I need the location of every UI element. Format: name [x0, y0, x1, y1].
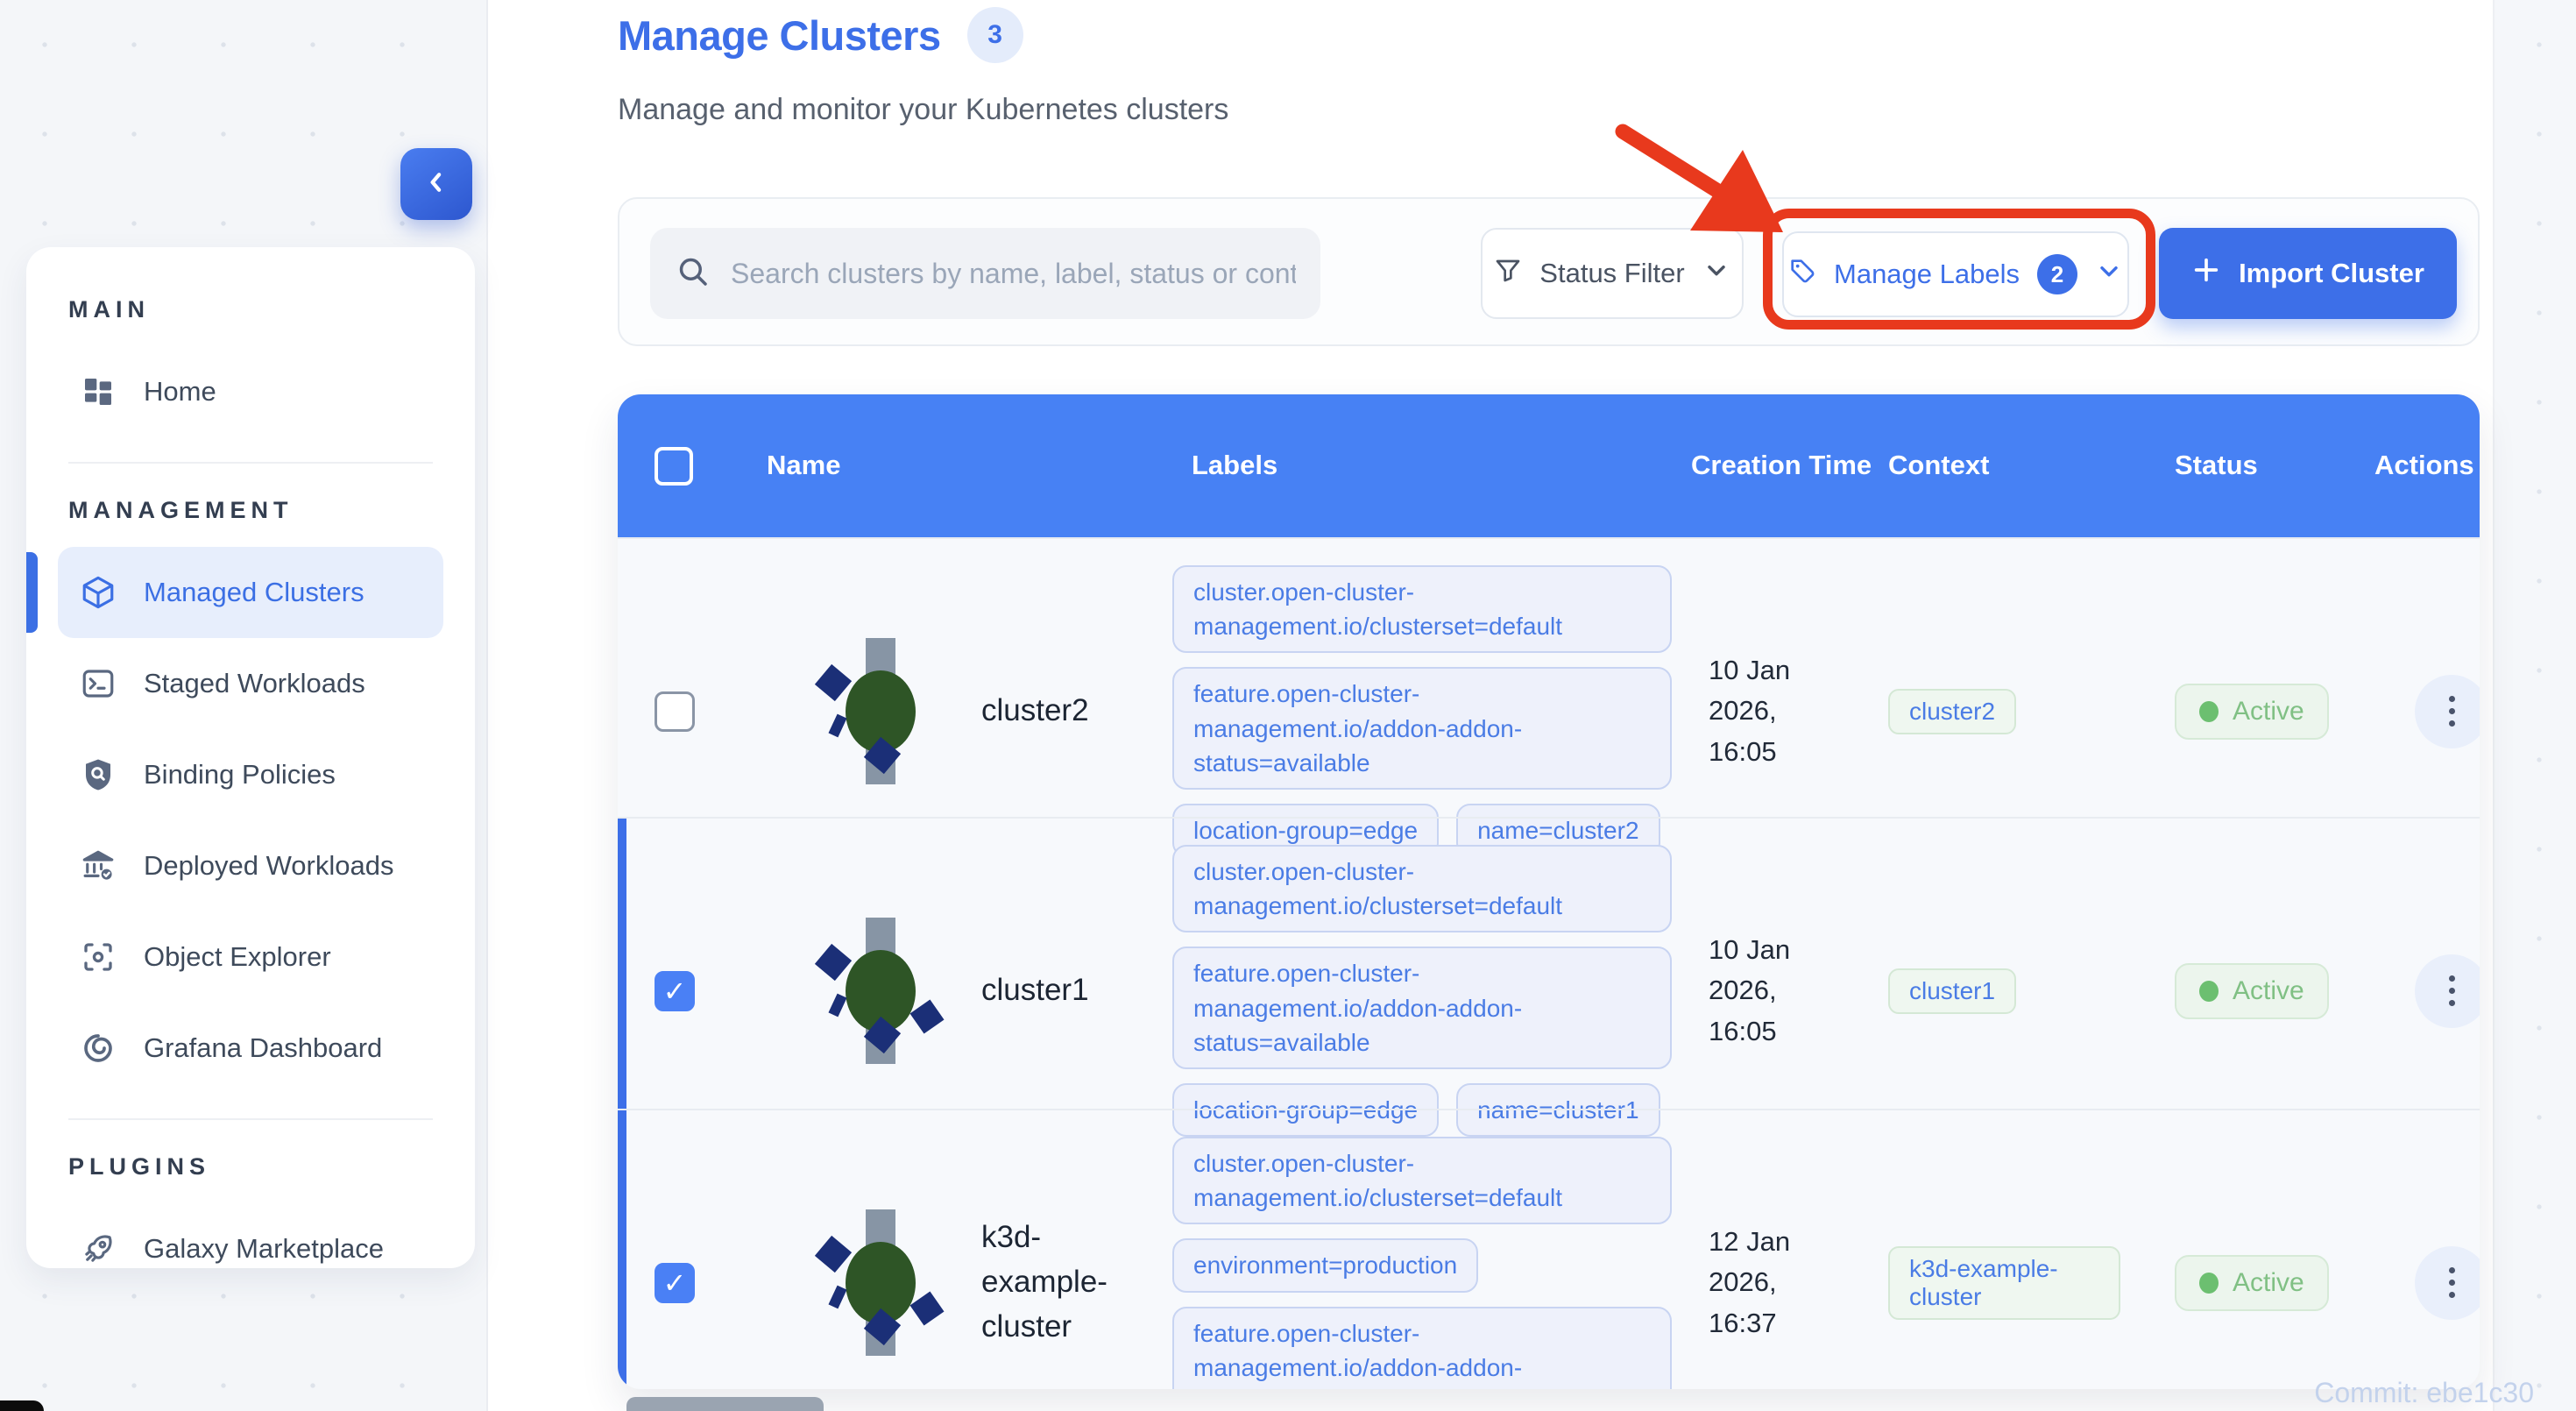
- bottom-left-cutoff-element: [0, 1400, 44, 1411]
- shield-search-icon: [79, 755, 117, 794]
- filter-funnel-icon: [1494, 256, 1522, 291]
- sidebar-collapse-button[interactable]: [400, 148, 472, 220]
- sidebar-item-binding-policies[interactable]: Binding Policies: [58, 729, 443, 820]
- cluster-name: cluster1: [981, 973, 1089, 1008]
- labels-cell: cluster.open-cluster-management.io/clust…: [1165, 1110, 1682, 1389]
- focus-brackets-icon: [79, 938, 117, 976]
- creation-time: 10 Jan 2026, 16:05: [1709, 654, 1791, 767]
- sidebar-item-label: Binding Policies: [144, 759, 336, 790]
- right-gutter: [2493, 0, 2576, 1411]
- status-dot-icon: [2199, 980, 2219, 1002]
- manage-labels-count-badge: 2: [2037, 254, 2077, 294]
- sidebar-item-home[interactable]: Home: [58, 346, 443, 437]
- select-all-checkbox[interactable]: [655, 446, 693, 486]
- cluster-count-badge: 3: [966, 7, 1023, 63]
- sidebar-divider: [68, 462, 433, 464]
- import-cluster-button[interactable]: Import Cluster: [2159, 228, 2457, 319]
- import-cluster-label: Import Cluster: [2239, 258, 2424, 288]
- row-checkbox[interactable]: ✓: [655, 970, 695, 1011]
- column-header-status: Status: [2175, 450, 2258, 481]
- status-badge: Active: [2175, 1254, 2329, 1311]
- label-chip[interactable]: environment=production: [1172, 1238, 1479, 1293]
- sidebar-item-label: Galaxy Marketplace: [144, 1233, 384, 1264]
- column-header-name: Name: [767, 450, 841, 481]
- home-grid-icon: [79, 372, 117, 411]
- sidebar-item-label: Home: [144, 376, 216, 407]
- table-row: ✓ cluster2 cluster.open-cluster-manageme…: [618, 537, 2480, 858]
- sidebar-item-label: Staged Workloads: [144, 668, 365, 698]
- row-actions-menu-button[interactable]: [2415, 674, 2480, 748]
- search-box[interactable]: [650, 228, 1320, 319]
- cluster-logo-icon: [814, 1206, 946, 1359]
- label-chip[interactable]: feature.open-cluster-management.io/addon…: [1172, 667, 1672, 790]
- grafana-swirl-icon: [79, 1029, 117, 1067]
- column-header-context: Context: [1888, 450, 1990, 481]
- sidebar-item-label: Deployed Workloads: [144, 850, 394, 881]
- page-subtitle: Manage and monitor your Kubernetes clust…: [618, 93, 1229, 126]
- table-header-row: Name Labels Creation Time Context Status…: [618, 394, 2480, 537]
- sidebar-section-plugins: PLUGINS: [68, 1153, 211, 1180]
- row-checkbox[interactable]: ✓: [655, 1262, 695, 1303]
- context-chip[interactable]: cluster2: [1888, 688, 2017, 734]
- clusters-table: Name Labels Creation Time Context Status…: [618, 394, 2480, 1389]
- manage-labels-label: Manage Labels: [1834, 259, 2020, 289]
- search-input[interactable]: [731, 257, 1296, 290]
- sidebar-item-managed-clusters[interactable]: Managed Clusters: [26, 547, 443, 638]
- table-row: ✓ k3d-example-cluster cluster.open-clust…: [618, 1109, 2480, 1389]
- context-chip[interactable]: k3d-example-cluster: [1888, 1245, 2120, 1320]
- status-filter-label: Status Filter: [1539, 258, 1685, 288]
- cluster-logo-icon: [814, 914, 946, 1067]
- row-checkbox[interactable]: ✓: [655, 691, 695, 732]
- partially-visible-button[interactable]: [626, 1397, 824, 1411]
- bank-check-icon: [79, 847, 117, 885]
- chevron-down-icon: [1702, 256, 1730, 291]
- creation-time: 12 Jan 2026, 16:37: [1709, 1225, 1791, 1338]
- sidebar: MAIN Home MANAGEMENT Managed Clusters St…: [26, 247, 475, 1268]
- label-chip[interactable]: feature.open-cluster-management.io/addon…: [1172, 947, 1672, 1069]
- terminal-icon: [79, 664, 117, 703]
- column-header-actions: Actions: [2374, 450, 2474, 481]
- table-row: ✓ cluster1 cluster.open-cluster-manageme…: [618, 817, 2480, 1138]
- status-filter-button[interactable]: Status Filter: [1481, 228, 1744, 319]
- column-header-labels: Labels: [1192, 450, 1278, 481]
- chevron-down-icon: [2095, 257, 2123, 292]
- sidebar-item-label: Grafana Dashboard: [144, 1032, 383, 1063]
- column-header-creation-time: Creation Time: [1691, 450, 1872, 481]
- cluster-name: cluster2: [981, 693, 1089, 728]
- status-dot-icon: [2199, 700, 2219, 722]
- status-badge: Active: [2175, 962, 2329, 1019]
- sidebar-section-management: MANAGEMENT: [68, 497, 294, 523]
- label-chip[interactable]: feature.open-cluster-management.io/addon…: [1172, 1306, 1672, 1389]
- sidebar-item-galaxy-marketplace[interactable]: Galaxy Marketplace: [58, 1203, 443, 1268]
- sidebar-divider: [68, 1118, 433, 1120]
- row-actions-menu-button[interactable]: [2415, 1245, 2480, 1320]
- label-chip[interactable]: cluster.open-cluster-management.io/clust…: [1172, 845, 1672, 933]
- creation-time: 10 Jan 2026, 16:05: [1709, 933, 1791, 1046]
- sidebar-item-grafana-dashboard[interactable]: Grafana Dashboard: [58, 1003, 443, 1094]
- row-actions-menu-button[interactable]: [2415, 954, 2480, 1028]
- toolbar: Status Filter Manage Labels 2 Import Clu…: [618, 197, 2480, 346]
- commit-hash-label: Commit: ebe1c30: [2314, 1377, 2534, 1408]
- page-title: Manage Clusters: [618, 11, 941, 59]
- manage-labels-button[interactable]: Manage Labels 2: [1782, 231, 2129, 317]
- status-badge: Active: [2175, 683, 2329, 740]
- cluster-logo-icon: [814, 635, 946, 788]
- sidebar-item-object-explorer[interactable]: Object Explorer: [58, 911, 443, 1003]
- cube-icon: [79, 573, 117, 612]
- tag-icon: [1788, 257, 1816, 292]
- chevron-left-icon: [423, 169, 449, 200]
- sidebar-item-staged-workloads[interactable]: Staged Workloads: [58, 638, 443, 729]
- label-chip[interactable]: cluster.open-cluster-management.io/clust…: [1172, 1137, 1672, 1225]
- sidebar-item-deployed-workloads[interactable]: Deployed Workloads: [58, 820, 443, 911]
- search-icon: [675, 253, 711, 294]
- cluster-name: k3d-example-cluster: [981, 1220, 1108, 1344]
- rocket-icon: [79, 1230, 117, 1268]
- sidebar-section-main: MAIN: [68, 296, 150, 323]
- sidebar-item-label: Object Explorer: [144, 941, 331, 972]
- sidebar-item-label: Managed Clusters: [144, 577, 364, 607]
- context-chip[interactable]: cluster1: [1888, 968, 2017, 1014]
- status-dot-icon: [2199, 1272, 2219, 1294]
- plus-icon: [2191, 255, 2221, 292]
- label-chip[interactable]: cluster.open-cluster-management.io/clust…: [1172, 565, 1672, 654]
